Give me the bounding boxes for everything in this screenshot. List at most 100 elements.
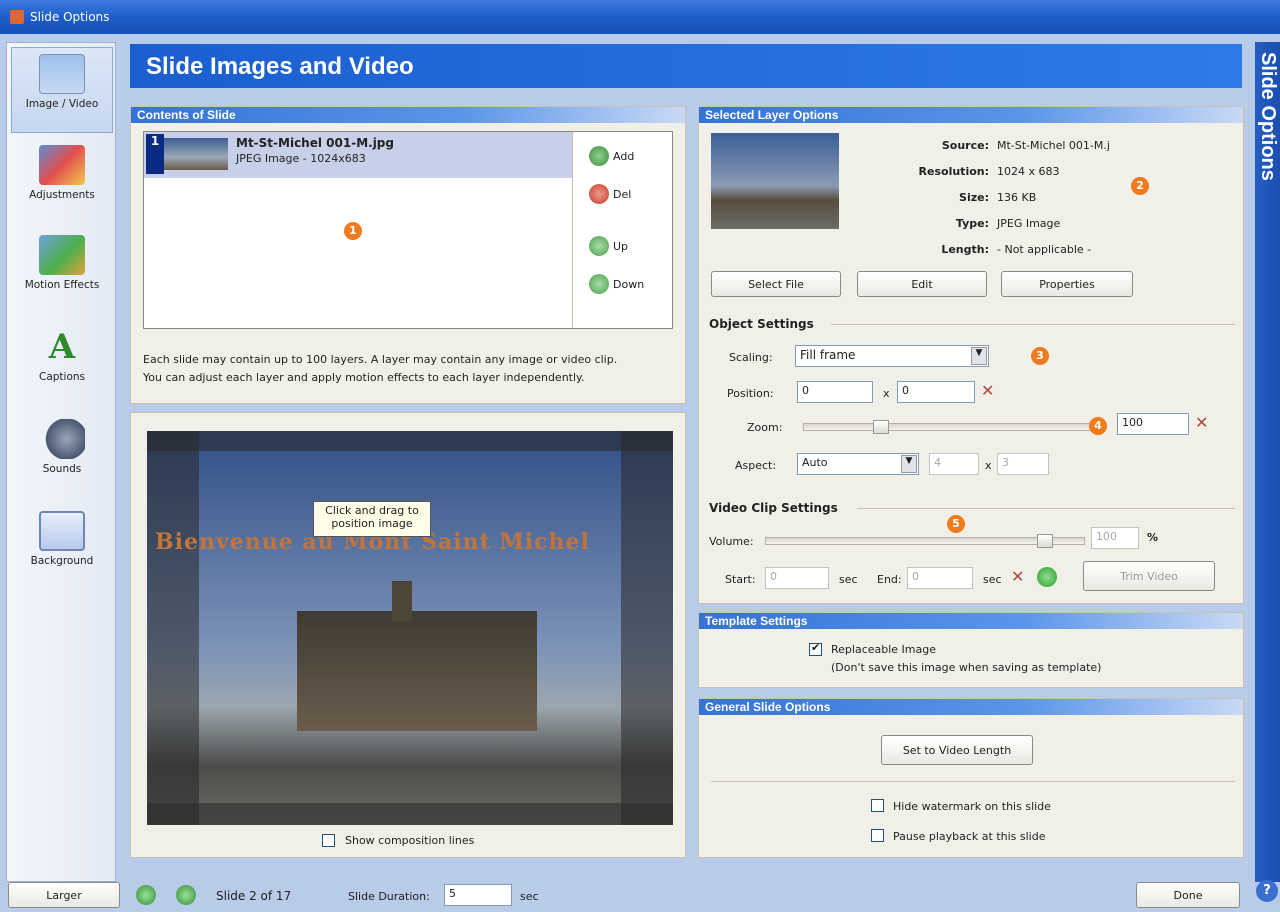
zoom-label: Zoom: [747,421,783,434]
add-button[interactable]: Add [589,146,634,166]
chevron-down-icon: ▼ [901,455,917,473]
done-button[interactable]: Done [1136,882,1240,908]
delete-icon [589,184,609,204]
position-x-input[interactable]: 0 [797,381,873,403]
source-label: Source: [941,139,989,152]
layers-note-1: Each slide may contain up to 100 layers.… [143,353,618,366]
resolution-value: 1024 x 683 [997,165,1060,178]
zoom-slider[interactable] [803,423,1099,431]
reset-trim-icon[interactable]: ✕ [1011,567,1024,586]
replaceable-image-note: (Don't save this image when saving as te… [831,661,1102,674]
aspect-value: Auto [802,456,828,469]
captions-icon: A [48,327,76,367]
marker-3: 3 [1031,347,1049,365]
arrow-down-icon [589,274,609,294]
object-settings-title: Object Settings [709,317,814,331]
sidebar-item-label: Adjustments [29,189,95,201]
move-down-button[interactable]: Down [589,274,644,294]
chevron-down-icon: ▼ [971,347,987,365]
scaling-label: Scaling: [729,351,773,364]
motion-effects-icon [39,235,85,275]
sidebar-item-label: Sounds [42,463,82,475]
layer-row[interactable]: 1 Mt-St-Michel 001-M.jpg JPEG Image - 10… [144,132,572,178]
pause-playback-checkbox[interactable] [871,829,884,842]
slide-position: Slide 2 of 17 [216,889,292,903]
sidebar-item-background[interactable]: Background [11,505,113,591]
sidebar-item-label: Captions [38,371,85,383]
layer-list: 1 Mt-St-Michel 001-M.jpg JPEG Image - 10… [143,131,673,329]
properties-button[interactable]: Properties [1001,271,1133,297]
edit-button[interactable]: Edit [857,271,987,297]
volume-input[interactable]: 100 [1091,527,1139,549]
contents-panel: Contents of Slide 1 Mt-St-Michel 001-M.j… [130,106,686,404]
start-sec-label: sec [839,573,858,586]
preview-canvas[interactable]: Bienvenue au Mont Saint Michel Click and… [147,431,673,825]
aspect-width-input[interactable]: 4 [929,453,979,475]
next-slide-icon[interactable] [176,885,196,905]
previous-slide-icon[interactable] [136,885,156,905]
add-label: Add [613,149,635,163]
select-file-button[interactable]: Select File [711,271,841,297]
replaceable-image-checkbox[interactable]: ✔ [809,641,822,656]
set-video-length-button[interactable]: Set to Video Length [881,735,1033,765]
down-label: Down [613,277,645,291]
end-input[interactable]: 0 [907,567,973,589]
delete-button[interactable]: Del [589,184,631,204]
reset-position-icon[interactable]: ✕ [981,381,994,400]
volume-slider-thumb[interactable] [1037,534,1053,548]
help-icon[interactable]: ? [1256,880,1278,902]
start-label: Start: [725,573,756,586]
scaling-value: Fill frame [800,348,856,362]
aspect-height-input[interactable]: 3 [997,453,1049,475]
arrow-up-icon [589,236,609,256]
sidebar-item-label: Background [30,555,94,567]
zoom-input[interactable]: 100 [1117,413,1189,435]
aspect-select[interactable]: Auto ▼ [797,453,919,475]
window-title: Slide Options [30,10,110,24]
pause-playback-label: Pause playback at this slide [893,830,1046,843]
hide-watermark-label: Hide watermark on this slide [893,800,1051,813]
trim-video-button[interactable]: Trim Video [1083,561,1215,591]
preview-panel: Bienvenue au Mont Saint Michel Click and… [130,412,686,858]
sidebar-item-motion-effects[interactable]: Motion Effects [11,229,113,315]
sidebar-item-sounds[interactable]: Sounds [11,413,113,499]
size-value: 136 KB [997,191,1037,204]
move-up-button[interactable]: Up [589,236,628,256]
marker-4: 4 [1089,417,1107,435]
start-input[interactable]: 0 [765,567,829,589]
sounds-icon [39,419,85,459]
marker-2: 2 [1131,177,1149,195]
position-label: Position: [727,387,774,400]
aspect-label: Aspect: [735,459,777,472]
add-icon [589,146,609,166]
layer-info: JPEG Image - 1024x683 [236,152,366,165]
zoom-slider-thumb[interactable] [873,420,889,434]
tooltip-line-2: position image [331,517,413,530]
sidebar-item-adjustments[interactable]: Adjustments [11,139,113,225]
sidebar-item-captions[interactable]: A Captions [11,321,113,407]
resolution-label: Resolution: [918,165,989,178]
marker-1: 1 [344,222,362,240]
type-value: JPEG Image [997,217,1061,230]
end-sec-label: sec [983,573,1002,586]
slide-duration-input[interactable]: 5 [444,884,512,906]
position-y-input[interactable]: 0 [897,381,975,403]
marker-5: 5 [947,515,965,533]
position-x-separator: x [883,387,890,400]
layer-thumbnail [164,138,228,170]
template-panel: Template Settings ✔ Replaceable Image (D… [698,612,1244,688]
sidebar-item-label: Image / Video [25,98,99,110]
layer-number: 1 [146,134,164,174]
larger-button[interactable]: Larger [8,882,120,908]
scaling-select[interactable]: Fill frame ▼ [795,345,989,367]
type-label: Type: [955,217,989,230]
replaceable-image-label: Replaceable Image [831,643,937,656]
selected-layer-panel: Selected Layer Options Source: Mt-St-Mic… [698,106,1244,604]
page-title: Slide Images and Video [130,44,1242,88]
length-value: - Not applicable - [997,243,1092,256]
hide-watermark-checkbox[interactable] [871,799,884,812]
sidebar-item-image-video[interactable]: Image / Video [11,47,113,133]
reset-zoom-icon[interactable]: ✕ [1195,413,1208,432]
play-icon[interactable] [1037,567,1057,587]
show-composition-checkbox[interactable] [322,834,335,847]
